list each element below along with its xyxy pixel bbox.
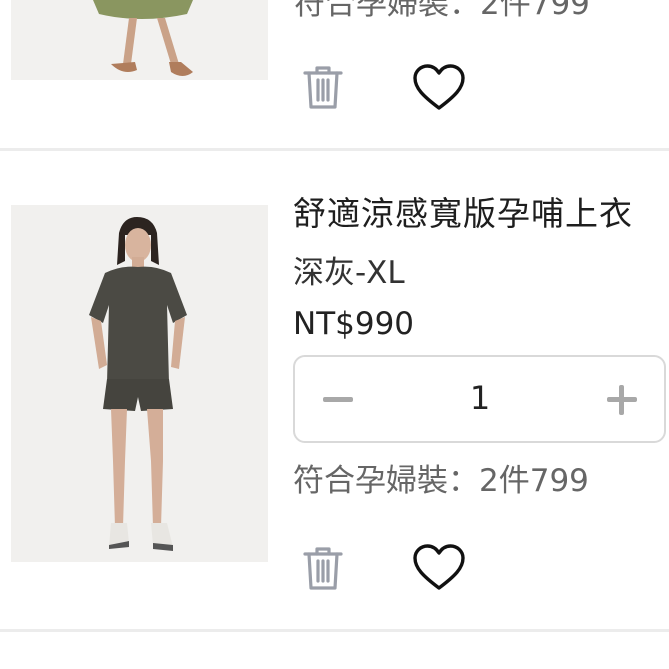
cart-page: 符合孕婦裝：2件799 舒適涼感寬版孕哺上衣 深灰-XL NT$990 1 符合… (0, 0, 669, 669)
heart-icon[interactable] (412, 64, 466, 116)
product-image[interactable] (11, 205, 268, 562)
product-price: NT$990 (293, 306, 415, 342)
product-image[interactable] (11, 0, 268, 80)
divider (0, 629, 669, 632)
quantity-stepper: 1 (293, 355, 666, 443)
promo-text: 符合孕婦裝：2件799 (293, 463, 589, 499)
plus-icon[interactable] (607, 385, 637, 415)
cart-item: 符合孕婦裝：2件799 (0, 0, 669, 150)
heart-icon[interactable] (412, 544, 466, 596)
product-variant: 深灰-XL (293, 255, 405, 291)
quantity-value[interactable]: 1 (435, 379, 525, 417)
trash-icon[interactable] (302, 64, 344, 114)
divider (0, 148, 669, 151)
minus-icon[interactable] (323, 397, 353, 402)
product-title[interactable]: 舒適涼感寬版孕哺上衣 (293, 187, 633, 235)
trash-icon[interactable] (302, 545, 344, 595)
promo-text: 符合孕婦裝：2件799 (294, 0, 590, 22)
